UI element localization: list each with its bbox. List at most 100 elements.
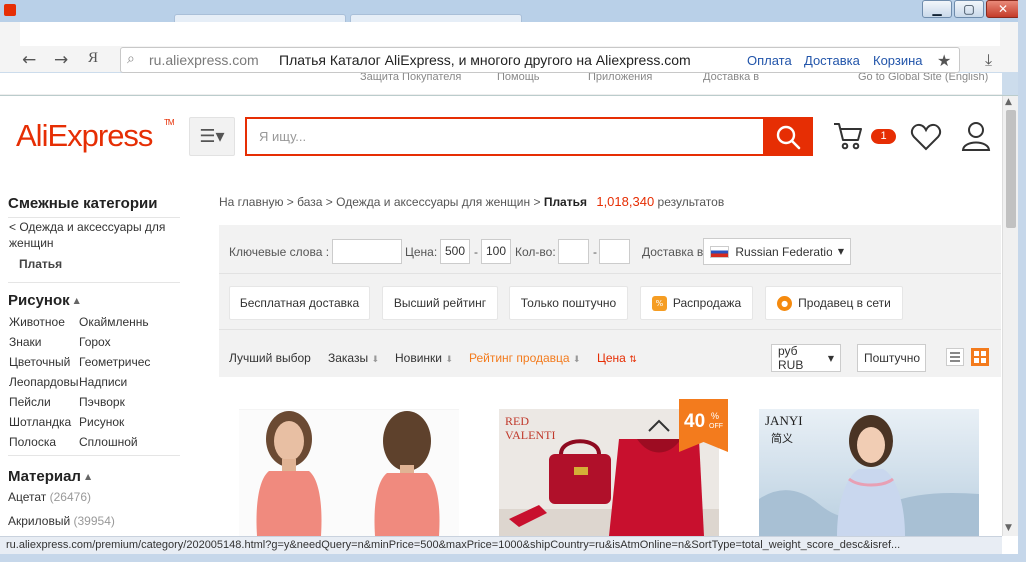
pattern-item[interactable]: Сплошной <box>79 435 179 449</box>
result-count: 1,018,340 <box>596 194 655 209</box>
sort-best-match[interactable]: Лучший выбор <box>229 351 311 365</box>
view-type-select[interactable]: Поштучно <box>857 344 926 372</box>
status-bar-url: ru.aliexpress.com/premium/category/20200… <box>0 536 1002 554</box>
header-link-cart[interactable]: Корзина <box>873 53 923 68</box>
list-view-icon[interactable] <box>946 348 964 366</box>
scrollbar-thumb[interactable] <box>1006 110 1016 228</box>
sale-chip[interactable]: % Распродажа <box>640 286 753 320</box>
divider <box>8 282 180 283</box>
product-card[interactable] <box>239 409 459 536</box>
user-icon <box>961 122 991 151</box>
logo-text: AliExpress <box>16 118 153 153</box>
cart-count-badge: 1 <box>871 129 896 144</box>
sort-seller-rating[interactable]: Рейтинг продавца ⬇ <box>469 351 580 365</box>
material-title[interactable]: Материал ▲ <box>8 468 91 485</box>
pattern-item[interactable]: Знаки <box>9 335 79 349</box>
pattern-item[interactable]: Цветочный <box>9 355 79 369</box>
account-button[interactable] <box>960 120 992 155</box>
close-icon[interactable]: ✕ <box>986 0 1020 18</box>
divider <box>8 217 180 218</box>
discount-off-label: OFF <box>709 423 723 430</box>
pattern-item[interactable]: Животное <box>9 315 79 329</box>
site-top-strip: Защита Покупателя Помощь Приложения Дост… <box>0 73 1002 95</box>
product-card[interactable]: JANYI 简义 <box>759 409 979 536</box>
sort-newest[interactable]: Новинки ⬇ <box>395 351 453 365</box>
discount-badge: 40 % OFF <box>679 399 728 452</box>
product-brand-chinese: 简义 <box>771 433 793 445</box>
breadcrumb-base[interactable]: база <box>297 195 322 209</box>
scroll-up-icon[interactable]: ▲ <box>1005 97 1012 107</box>
wishlist-button[interactable] <box>910 122 942 155</box>
pattern-item[interactable]: Полоска <box>9 435 79 449</box>
price-min-input[interactable]: 500 <box>440 239 470 264</box>
heart-icon <box>910 123 942 151</box>
back-icon[interactable]: ← <box>22 50 36 70</box>
pattern-item[interactable]: Окаймленнь <box>79 315 179 329</box>
single-unit-chip[interactable]: Только поштучно <box>509 286 628 320</box>
material-item[interactable]: Акриловый (39954) <box>8 514 115 528</box>
parent-category-link[interactable]: < Одежда и аксессуары для женщин <box>9 219 179 251</box>
topstrip-buyer-protection[interactable]: Защита Покупателя <box>360 73 461 83</box>
scroll-down-icon[interactable]: ▼ <box>1005 523 1012 533</box>
maximize-icon[interactable]: ▢ <box>954 0 984 18</box>
qty-label: Кол-во: <box>515 245 556 259</box>
search-button[interactable] <box>763 117 813 156</box>
pattern-item[interactable]: Рисунок <box>79 415 179 429</box>
pattern-item[interactable]: Пейсли <box>9 395 79 409</box>
vertical-scrollbar[interactable]: ▲ ▼ <box>1002 96 1018 536</box>
current-category: Платья <box>19 257 63 271</box>
category-menu-button[interactable]: ☰▾ <box>189 117 235 156</box>
product-brand: JANYI <box>765 413 803 428</box>
toolbar-band <box>20 22 1000 46</box>
seller-online-chip[interactable]: ● Продавец в сети <box>765 286 903 320</box>
breadcrumb-women[interactable]: Одежда и аксессуары для женщин <box>336 195 530 209</box>
topstrip-global-site[interactable]: Go to Global Site (English) <box>858 73 988 83</box>
pattern-item[interactable]: Леопардовы <box>9 375 79 389</box>
sort-price[interactable]: Цена ⇅ <box>597 351 637 365</box>
yandex-icon[interactable]: Я <box>88 50 98 67</box>
bookmark-star-icon[interactable]: ★ <box>937 51 951 70</box>
svg-text:RED: RED <box>505 414 529 428</box>
pattern-title[interactable]: Рисунок ▲ <box>8 292 80 309</box>
search-icon <box>776 125 801 149</box>
pattern-item[interactable]: Геометричес <box>79 355 179 369</box>
cart-button[interactable] <box>832 120 864 155</box>
address-bar[interactable]: ⌕ ru.aliexpress.com Платья Каталог AliEx… <box>120 47 960 73</box>
sort-orders[interactable]: Заказы ⬇ <box>328 351 379 365</box>
forward-icon[interactable]: → <box>54 50 68 70</box>
pattern-item[interactable]: Пэчворк <box>79 395 179 409</box>
ship-country-select[interactable]: Russian Federatio ▼ <box>703 238 851 265</box>
header-link-payment[interactable]: Оплата <box>747 53 792 68</box>
window-controls: ▁ ▢ ✕ <box>922 0 1020 18</box>
material-item[interactable]: Ацетат (26476) <box>8 490 91 504</box>
topstrip-ship-to[interactable]: Доставка в <box>703 73 759 83</box>
header-link-delivery[interactable]: Доставка <box>804 53 860 68</box>
window-frame-bottom <box>0 554 1018 562</box>
minimize-icon[interactable]: ▁ <box>922 0 952 18</box>
aliexpress-logo[interactable]: AliExpress TM <box>16 118 175 154</box>
grid-view-icon[interactable] <box>971 348 989 366</box>
topstrip-apps[interactable]: Приложения <box>588 73 652 83</box>
currency-select[interactable]: руб RUB ▼ <box>771 344 841 372</box>
download-icon[interactable]: ⤓ <box>985 50 992 70</box>
results-label: результатов <box>657 195 725 209</box>
price-max-input[interactable]: 100 <box>481 239 511 264</box>
keywords-input[interactable] <box>332 239 402 264</box>
percent-sign: % <box>711 411 720 421</box>
topstrip-help[interactable]: Помощь <box>497 73 540 83</box>
pattern-item[interactable]: Горох <box>79 335 179 349</box>
top-rated-chip[interactable]: Высший рейтинг <box>382 286 498 320</box>
window-frame <box>1018 0 1026 562</box>
pattern-item[interactable]: Шотландка <box>9 415 79 429</box>
breadcrumb-home[interactable]: На главную <box>219 195 283 209</box>
pattern-item[interactable]: Надписи <box>79 375 179 389</box>
search-input[interactable] <box>245 117 763 156</box>
russia-flag-icon <box>710 245 730 258</box>
page-title: Платья Каталог AliExpress, и многого дру… <box>279 52 691 68</box>
tab-bar <box>0 0 1026 24</box>
free-shipping-chip[interactable]: Бесплатная доставка <box>229 286 370 320</box>
divider <box>219 273 1001 274</box>
divider <box>219 329 1001 330</box>
qty-max-input[interactable] <box>599 239 630 264</box>
qty-min-input[interactable] <box>558 239 589 264</box>
